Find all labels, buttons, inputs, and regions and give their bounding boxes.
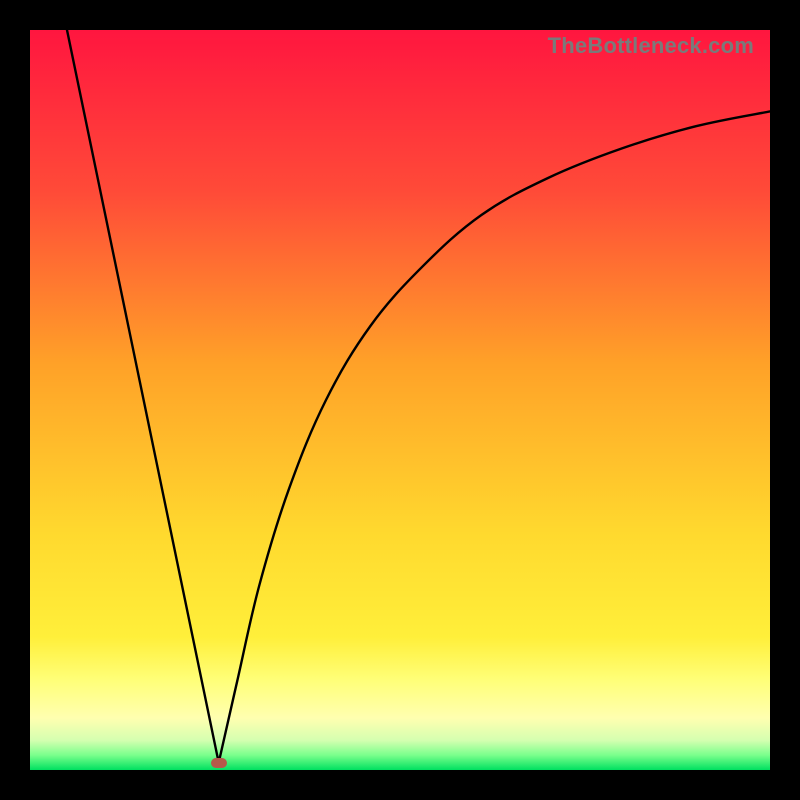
bottleneck-curve <box>30 30 770 770</box>
minimum-marker <box>211 758 227 768</box>
plot-area <box>30 30 770 770</box>
watermark-text: TheBottleneck.com <box>548 33 754 59</box>
chart-frame: TheBottleneck.com <box>30 30 770 770</box>
